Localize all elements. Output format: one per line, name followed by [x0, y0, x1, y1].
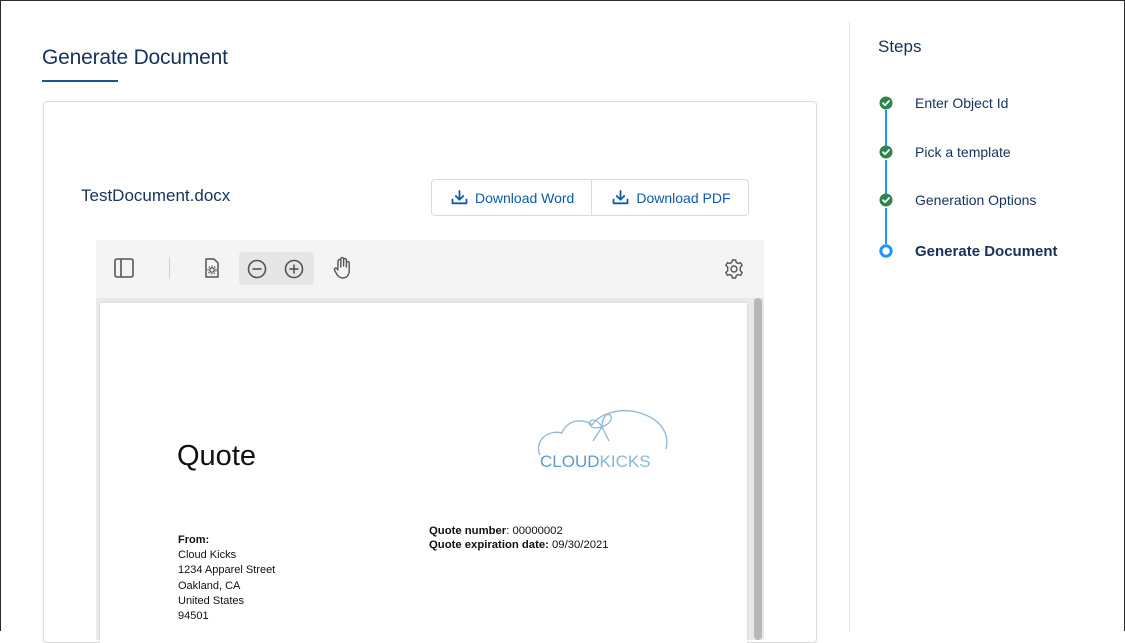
from-line-country: United States	[178, 594, 245, 607]
logo-text-light: KICKS	[600, 452, 651, 471]
step-label: Pick a template	[915, 144, 1011, 160]
quote-number-row: Quote number: 00000002	[429, 524, 609, 538]
from-line-zip: 94501	[178, 610, 209, 623]
step-connector	[885, 160, 887, 194]
cloudkicks-logo: CLOUDKICKS	[537, 410, 668, 471]
toolbar-separator	[169, 257, 170, 279]
from-address-block: From: Cloud Kicks 1234 Apparel Street Oa…	[178, 533, 275, 624]
step-connector	[885, 110, 887, 146]
quote-number-value: : 00000002	[506, 525, 563, 537]
panel-divider	[849, 22, 850, 632]
document-properties-icon[interactable]	[202, 257, 222, 279]
download-button-group: Download Word Download PDF	[431, 179, 749, 216]
from-line-street: 1234 Apparel Street	[178, 564, 276, 577]
check-circle-icon	[879, 193, 893, 207]
pan-hand-icon[interactable]	[332, 256, 354, 280]
file-name: TestDocument.docx	[81, 186, 231, 205]
step-connector	[885, 208, 887, 244]
quote-expiration-label: Quote expiration date:	[429, 539, 549, 551]
zoom-out-icon[interactable]	[246, 258, 268, 280]
download-icon	[451, 190, 468, 205]
settings-gear-icon[interactable]	[723, 258, 745, 280]
download-pdf-label: Download PDF	[636, 189, 731, 206]
page-title-underline	[42, 80, 118, 82]
viewer-scrollbar[interactable]	[754, 298, 762, 640]
download-icon	[612, 190, 629, 205]
viewer-toolbar	[96, 240, 764, 299]
step-label: Generation Options	[915, 192, 1037, 208]
document-page: Quote CLOUDKICKS From: Cloud Kicks 1234 …	[100, 303, 747, 643]
from-line-city: Oakland, CA	[178, 579, 241, 592]
download-word-button[interactable]: Download Word	[432, 180, 591, 215]
zoom-in-icon[interactable]	[283, 258, 305, 280]
sidebar-toggle-icon[interactable]	[113, 257, 135, 279]
step-label: Generate Document	[915, 242, 1058, 260]
quote-expiration-row: Quote expiration date: 09/30/2021	[429, 538, 609, 552]
check-circle-icon	[879, 96, 893, 110]
document-page-area[interactable]: Quote CLOUDKICKS From: Cloud Kicks 1234 …	[96, 298, 764, 643]
from-line-company: Cloud Kicks	[178, 549, 237, 562]
download-word-label: Download Word	[475, 189, 575, 206]
step-label: Enter Object Id	[915, 95, 1009, 111]
active-step-ring-icon	[879, 244, 893, 258]
step-generation-options[interactable]: Generation Options	[879, 190, 1036, 210]
svg-text:CLOUDKICKS: CLOUDKICKS	[540, 452, 651, 471]
logo-text-bold: CLOUD	[540, 452, 600, 471]
quote-meta-block: Quote number: 00000002 Quote expiration …	[429, 524, 609, 552]
from-label: From:	[178, 534, 210, 546]
check-circle-icon	[879, 145, 893, 159]
quote-number-label: Quote number	[429, 525, 507, 537]
quote-expiration-value: 09/30/2021	[548, 539, 609, 551]
step-generate-document[interactable]: Generate Document	[879, 241, 1058, 261]
document-viewer: Quote CLOUDKICKS From: Cloud Kicks 1234 …	[96, 240, 764, 643]
step-pick-template[interactable]: Pick a template	[879, 142, 1011, 162]
step-enter-object-id[interactable]: Enter Object Id	[879, 93, 1008, 113]
page-title: Generate Document	[42, 46, 228, 69]
download-pdf-button[interactable]: Download PDF	[591, 180, 747, 215]
steps-title: Steps	[878, 37, 922, 56]
document-title: Quote	[177, 440, 256, 472]
